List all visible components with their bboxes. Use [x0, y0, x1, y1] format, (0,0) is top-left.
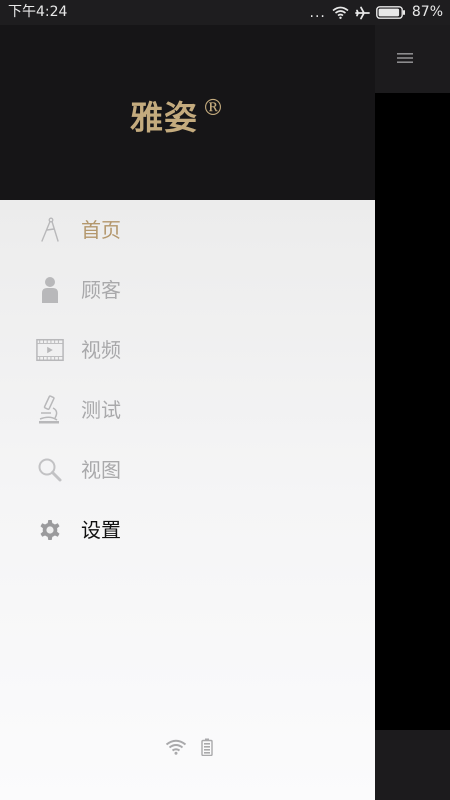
person-icon: [36, 276, 64, 304]
menu-label-home: 首页: [81, 218, 121, 242]
menu-label-customers: 顾客: [81, 278, 121, 302]
drawer-body: 首页 顾客 视频 测试 视图 设置: [0, 200, 375, 800]
wifi-icon: [165, 739, 187, 755]
menu-item-customers[interactable]: 顾客: [0, 260, 375, 320]
wifi-icon: [332, 6, 349, 19]
menu-item-view[interactable]: 视图: [0, 440, 375, 500]
status-dots: ...: [309, 4, 326, 21]
film-icon: [36, 336, 64, 364]
menu-item-test[interactable]: 测试: [0, 380, 375, 440]
status-icons: ... 87%: [310, 4, 443, 21]
battery-icon: [201, 738, 213, 756]
brand-name: 雅姿: [130, 98, 198, 137]
gear-icon: [36, 516, 64, 544]
search-icon: [36, 456, 64, 484]
status-time: 下午4:24: [8, 4, 68, 20]
compass-icon: [36, 216, 64, 244]
menu-label-view: 视图: [81, 458, 121, 482]
brand-logo: 雅姿 ®: [130, 91, 225, 139]
drawer-footer: [165, 738, 213, 756]
app-header: [375, 25, 450, 93]
screen: 下午4:24 ... 87% 雅姿 ® 首页 顾客 视频 测试 视图 设置: [0, 0, 450, 800]
menu-item-videos[interactable]: 视频: [0, 320, 375, 380]
menu-item-home[interactable]: 首页: [0, 200, 375, 260]
menu-item-settings[interactable]: 设置: [0, 500, 375, 560]
navigation-drawer: 雅姿 ® 首页 顾客 视频 测试 视图 设置: [0, 25, 375, 800]
app-bottom-bar: [375, 730, 450, 800]
drawer-header: 雅姿 ®: [0, 25, 375, 200]
airplane-icon: [354, 6, 370, 20]
menu-label-test: 测试: [81, 398, 121, 422]
battery-icon: [375, 6, 406, 19]
registered-mark: ®: [202, 96, 225, 121]
menu-label-settings: 设置: [81, 518, 121, 542]
menu-label-videos: 视频: [81, 338, 121, 362]
microscope-icon: [36, 395, 64, 424]
battery-percent: 87%: [411, 4, 443, 20]
status-bar: 下午4:24 ... 87%: [0, 0, 450, 25]
menu-list: 首页 顾客 视频 测试 视图 设置: [0, 200, 375, 560]
hamburger-menu-icon[interactable]: [397, 50, 413, 64]
app-content: [375, 93, 450, 730]
